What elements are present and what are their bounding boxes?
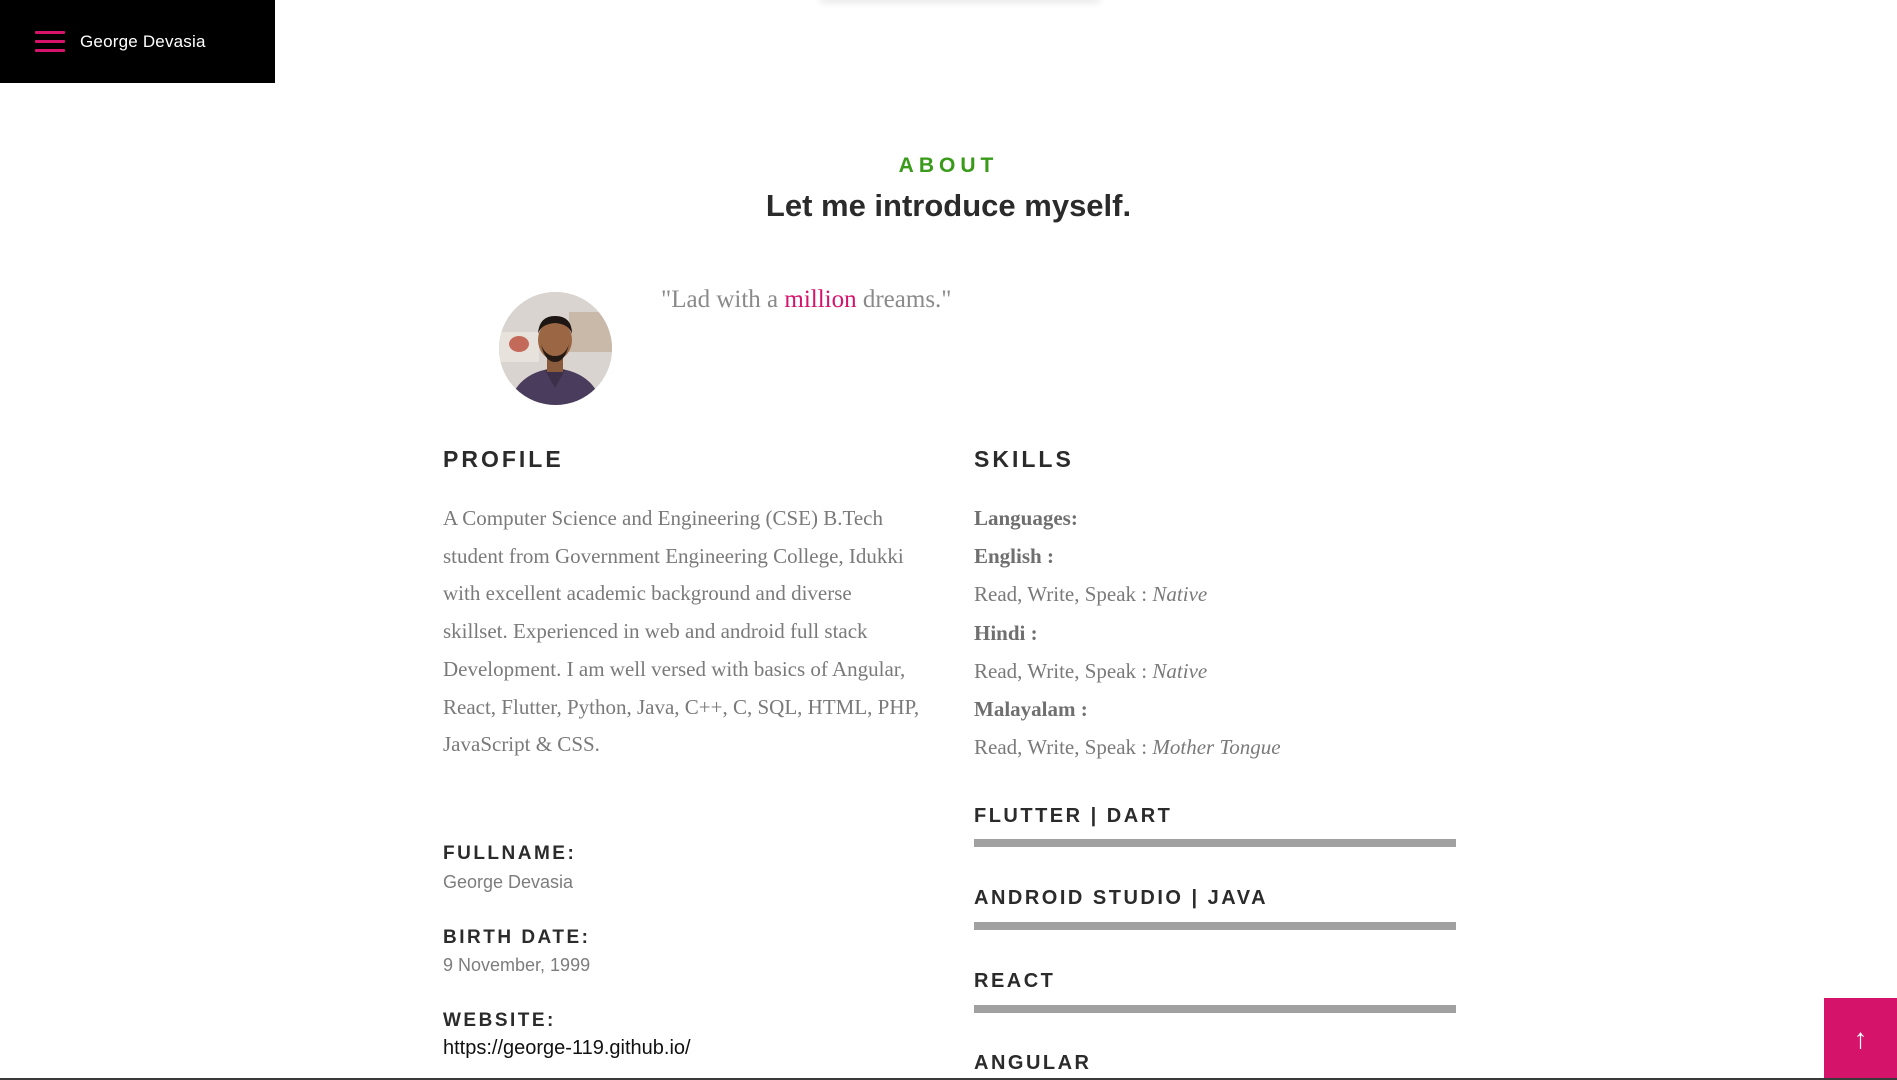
back-to-top-button[interactable]: ↑ xyxy=(1824,998,1897,1080)
section-eyebrow: ABOUT xyxy=(898,154,999,177)
website-link[interactable]: https://george-119.github.io/ xyxy=(443,1037,691,1059)
fullname-value: George Devasia xyxy=(443,872,574,892)
birth-date-value: 9 November, 1999 xyxy=(443,955,591,975)
skill-bar xyxy=(974,1005,1456,1013)
profile-bio: A Computer Science and Engineering (CSE)… xyxy=(443,506,920,757)
profile-heading: PROFILE xyxy=(443,446,564,472)
skill-bar xyxy=(974,922,1456,930)
section-title: Let me introduce myself. xyxy=(765,188,1132,223)
website-label: WEBSITE: xyxy=(443,1010,556,1031)
fullname-label: FULLNAME: xyxy=(443,843,577,864)
skill-bar xyxy=(974,839,1456,847)
top-nav-bar: George Devasia xyxy=(0,0,275,83)
avatar-photo xyxy=(499,292,612,405)
language-detail: Read, Write, Speak : Native xyxy=(974,582,1208,607)
languages-block: Languages: English : Read, Write, Speak … xyxy=(974,499,1281,766)
language-detail: Read, Write, Speak : Mother Tongue xyxy=(974,735,1281,760)
tagline-quote: "Lad with a million dreams." xyxy=(661,286,952,313)
birth-date-label: BIRTH DATE: xyxy=(443,927,591,948)
skill-name: FLUTTER | DART xyxy=(974,805,1173,827)
language-name: Malayalam : xyxy=(974,697,1088,722)
language-name: English : xyxy=(974,544,1054,569)
brand-name[interactable]: George Devasia xyxy=(80,32,206,52)
website-value: https://george-119.github.io/ xyxy=(443,1037,691,1060)
skill-name: ANDROID STUDIO | JAVA xyxy=(974,887,1269,909)
quote-highlight: million xyxy=(784,286,857,313)
language-detail: Read, Write, Speak : Native xyxy=(974,658,1208,683)
hamburger-menu-icon[interactable] xyxy=(35,30,65,54)
avatar xyxy=(499,292,612,405)
skills-heading: SKILLS xyxy=(974,446,1074,472)
languages-label: Languages: xyxy=(974,506,1078,530)
arrow-up-icon: ↑ xyxy=(1853,1023,1868,1054)
skill-name: REACT xyxy=(974,970,1056,992)
language-name: Hindi : xyxy=(974,620,1038,645)
skill-name: ANGULAR xyxy=(974,1052,1092,1074)
